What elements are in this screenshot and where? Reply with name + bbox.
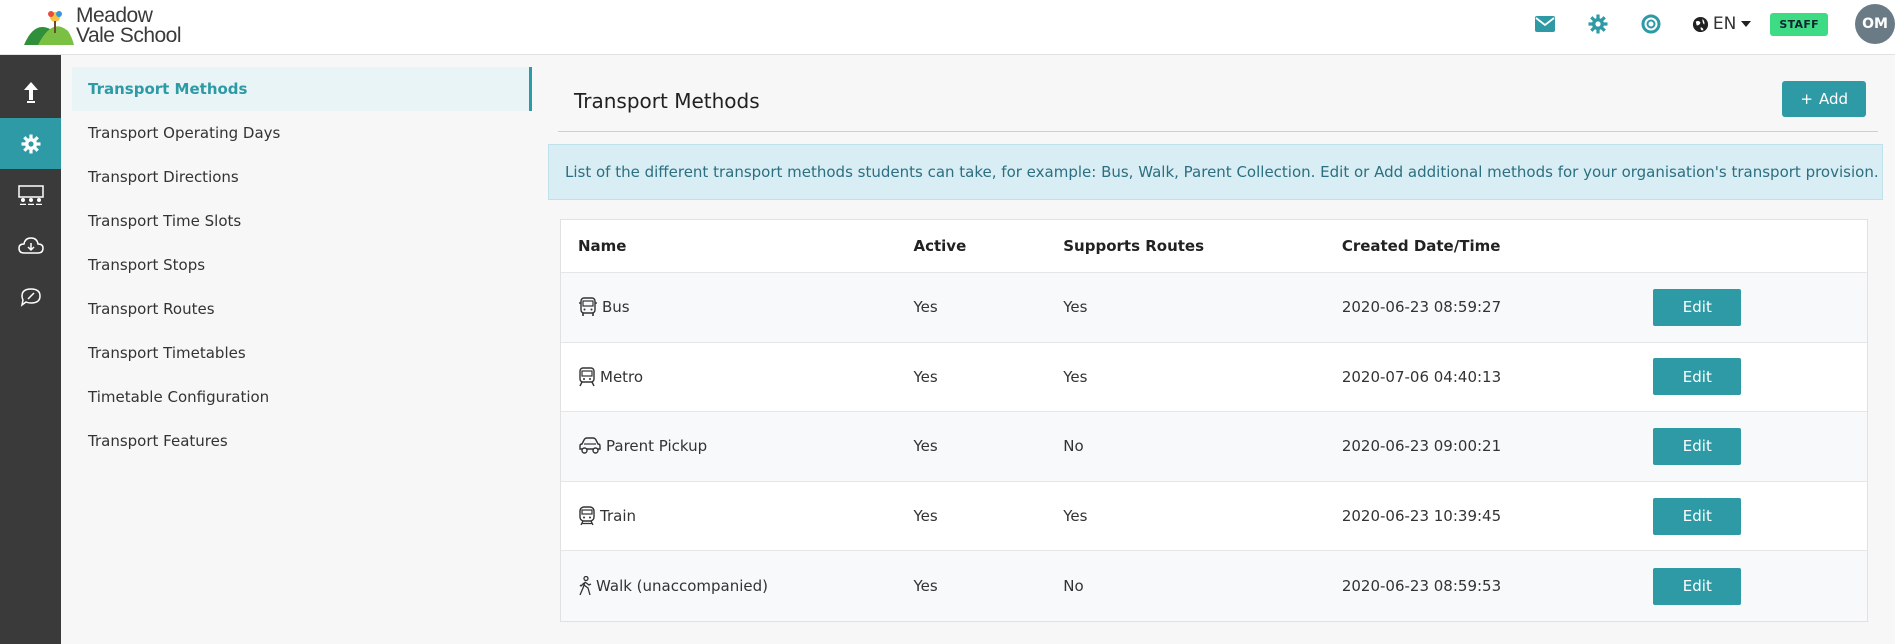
row-active: Yes xyxy=(913,577,938,596)
rail-settings[interactable] xyxy=(0,118,61,169)
rail-download[interactable] xyxy=(0,220,61,271)
row-routes: No xyxy=(1063,577,1084,596)
page-title: Transport Methods xyxy=(574,89,760,113)
row-routes: Yes xyxy=(1063,367,1088,386)
subnav-routes[interactable]: Transport Routes xyxy=(72,287,532,331)
row-created: 2020-06-23 08:59:27 xyxy=(1341,298,1502,317)
upload-icon xyxy=(23,81,38,103)
column-header-name[interactable]: Name xyxy=(561,237,913,255)
mail-icon[interactable] xyxy=(1534,13,1556,35)
table-row: Walk (unaccompanied) Yes No 2020-06-23 0… xyxy=(561,551,1867,621)
metro-icon xyxy=(579,367,595,387)
row-active: Yes xyxy=(913,367,938,386)
methods-table: Name Active Supports Routes Created Date… xyxy=(560,219,1868,622)
gear-icon[interactable] xyxy=(1587,13,1609,35)
cloud-download-icon xyxy=(17,236,44,254)
subnav-operating-days[interactable]: Transport Operating Days xyxy=(72,111,532,155)
plus-icon: + xyxy=(1800,90,1813,108)
gear-icon xyxy=(21,134,40,153)
row-routes: No xyxy=(1063,437,1084,456)
row-name: Parent Pickup xyxy=(561,437,913,455)
subnav-time-slots[interactable]: Transport Time Slots xyxy=(72,199,532,243)
row-created: 2020-06-23 09:00:21 xyxy=(1341,437,1502,456)
logo-hills-icon xyxy=(24,11,74,45)
row-active: Yes xyxy=(913,507,938,526)
train-icon xyxy=(579,506,595,526)
column-header-routes[interactable]: Supports Routes xyxy=(1063,237,1342,255)
subnav-timetables[interactable]: Transport Timetables xyxy=(72,331,532,375)
chevron-down-icon xyxy=(1741,21,1752,27)
edit-button[interactable]: Edit xyxy=(1653,358,1742,396)
row-name: Walk (unaccompanied) xyxy=(561,576,913,596)
row-routes: Yes xyxy=(1063,298,1088,317)
row-created: 2020-06-23 10:39:45 xyxy=(1341,507,1502,526)
edit-button[interactable]: Edit xyxy=(1653,497,1742,535)
row-name-text: Bus xyxy=(602,298,630,317)
subnav-stops[interactable]: Transport Stops xyxy=(72,243,532,287)
edit-button[interactable]: Edit xyxy=(1653,427,1742,465)
table-row: Train Yes Yes 2020-06-23 10:39:45 Edit xyxy=(561,482,1867,552)
table-row: Parent Pickup Yes No 2020-06-23 09:00:21… xyxy=(561,412,1867,482)
chat-icon xyxy=(20,287,41,307)
subnav-features[interactable]: Transport Features xyxy=(72,419,532,463)
row-actions: Edit xyxy=(1653,427,1867,465)
subnav-timetable-configuration[interactable]: Timetable Configuration xyxy=(72,375,532,419)
row-actions: Edit xyxy=(1653,567,1867,605)
row-active: Yes xyxy=(913,437,938,456)
row-name: Metro xyxy=(561,367,913,387)
school-name-line1: Meadow xyxy=(76,4,153,27)
car-icon xyxy=(579,437,601,455)
edit-button[interactable]: Edit xyxy=(1653,567,1742,605)
role-badge: STAFF xyxy=(1770,12,1828,36)
left-rail xyxy=(0,55,61,644)
add-button[interactable]: + Add xyxy=(1782,81,1866,117)
language-label: EN xyxy=(1712,14,1737,34)
row-active: Yes xyxy=(913,298,938,317)
school-name-line2: Vale School xyxy=(76,24,182,47)
language-selector[interactable]: EN xyxy=(1692,14,1752,34)
globe-icon xyxy=(1692,16,1708,32)
row-name-text: Parent Pickup xyxy=(606,437,708,456)
rail-messages[interactable] xyxy=(0,271,61,322)
row-name-text: Walk (unaccompanied) xyxy=(596,577,769,596)
table-header: Name Active Supports Routes Created Date… xyxy=(561,220,1867,273)
row-actions: Edit xyxy=(1653,358,1867,396)
help-icon[interactable] xyxy=(1640,13,1662,35)
row-name: Train xyxy=(561,506,913,526)
walk-icon xyxy=(579,576,592,596)
table-row: Bus Yes Yes 2020-06-23 08:59:27 Edit xyxy=(561,273,1867,343)
table-row: Metro Yes Yes 2020-07-06 04:40:13 Edit xyxy=(561,343,1867,413)
school-name: Meadow Vale School xyxy=(76,4,182,47)
column-header-created[interactable]: Created Date/Time xyxy=(1342,237,1654,255)
column-header-active[interactable]: Active xyxy=(913,237,1063,255)
rail-classroom[interactable] xyxy=(0,169,61,220)
row-name: Bus xyxy=(561,297,913,317)
rail-upload[interactable] xyxy=(0,67,61,118)
bus-icon xyxy=(579,297,597,317)
page-header: Transport Methods + Add xyxy=(558,67,1878,132)
add-button-label: Add xyxy=(1818,90,1848,108)
row-routes: Yes xyxy=(1063,507,1088,526)
classroom-icon xyxy=(17,184,44,205)
row-actions: Edit xyxy=(1653,497,1867,535)
settings-subnav: Transport Methods Transport Operating Da… xyxy=(72,67,532,463)
row-name-text: Train xyxy=(600,507,636,526)
row-created: 2020-07-06 04:40:13 xyxy=(1341,367,1502,386)
row-name-text: Metro xyxy=(600,367,644,386)
subnav-directions[interactable]: Transport Directions xyxy=(72,155,532,199)
subnav-transport-methods[interactable]: Transport Methods xyxy=(72,67,532,111)
row-actions: Edit xyxy=(1653,288,1867,326)
top-bar: Meadow Vale School EN STAFF OM xyxy=(0,0,1895,55)
edit-button[interactable]: Edit xyxy=(1653,288,1742,326)
row-created: 2020-06-23 08:59:53 xyxy=(1341,577,1502,596)
info-banner: List of the different transport methods … xyxy=(548,144,1883,200)
avatar[interactable]: OM xyxy=(1855,4,1895,44)
school-logo[interactable]: Meadow Vale School xyxy=(24,4,182,48)
